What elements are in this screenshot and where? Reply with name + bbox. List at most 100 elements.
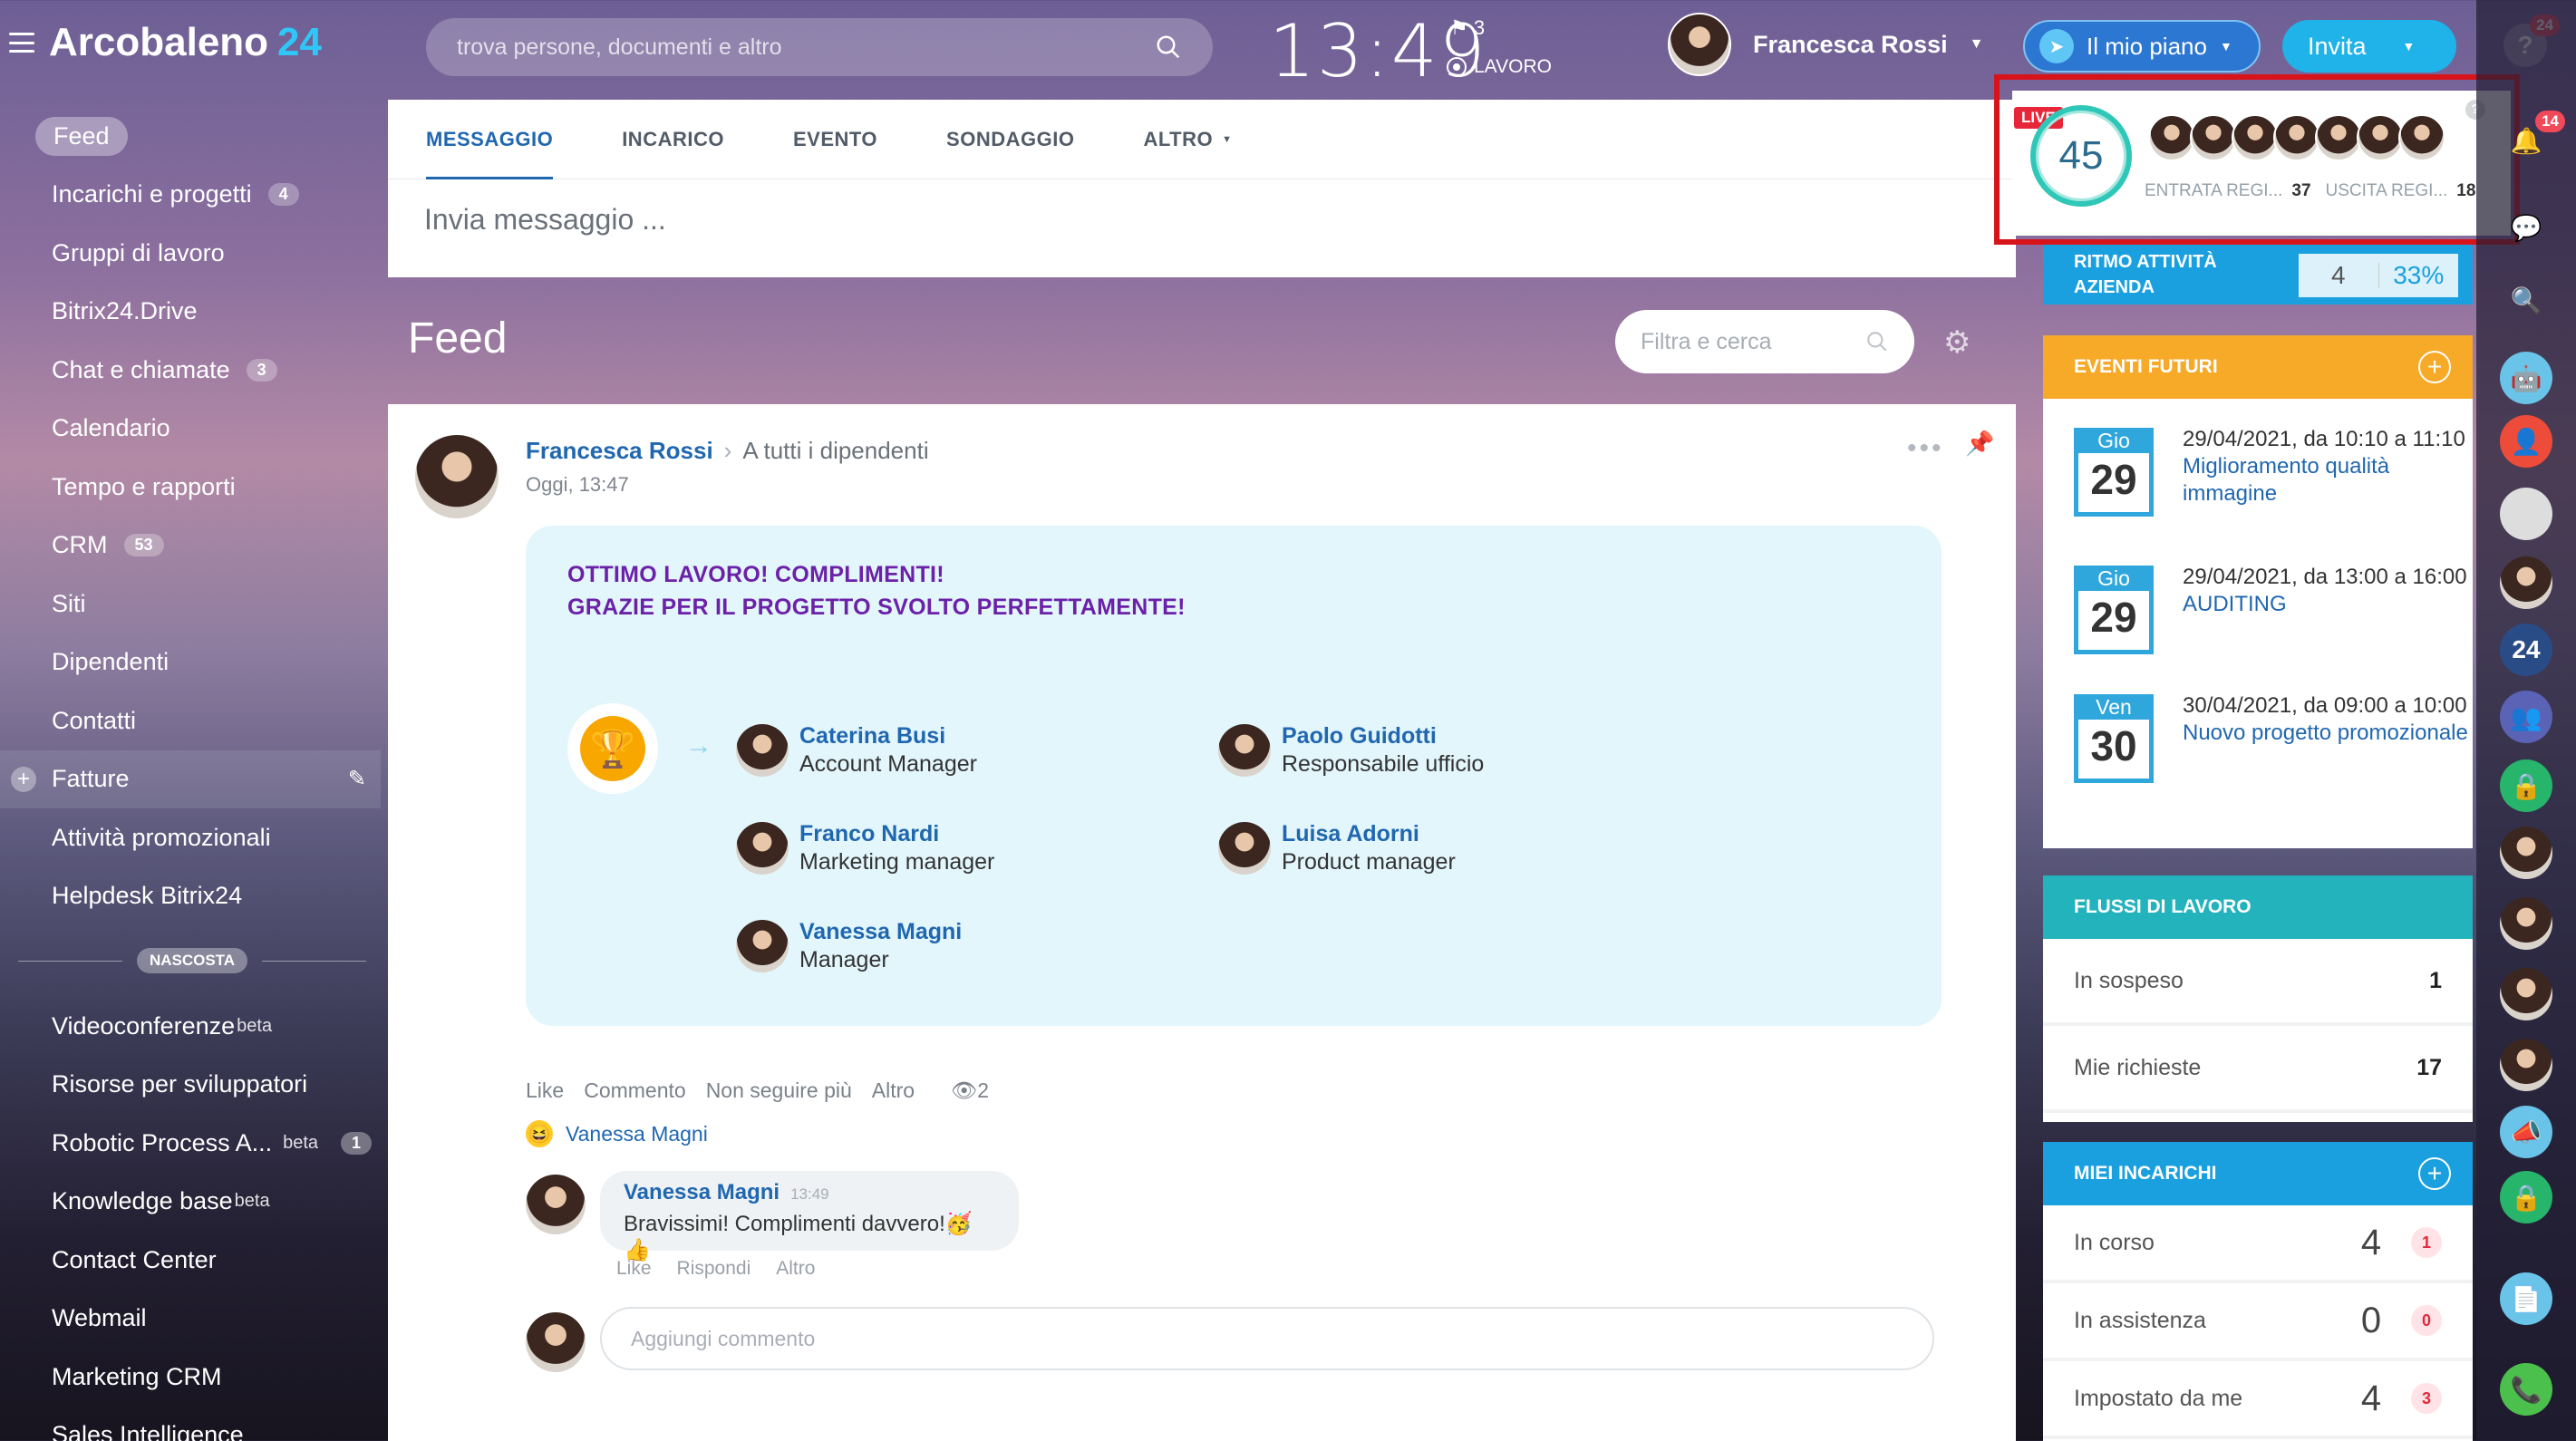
more-options-icon[interactable]: ••• [1907, 433, 1944, 464]
avatar[interactable] [526, 1175, 586, 1234]
more-link[interactable]: Altro [872, 1078, 915, 1103]
lock-icon[interactable]: 🔒 [2500, 759, 2552, 812]
comment-like-link[interactable]: Like [616, 1258, 652, 1280]
chat-icon[interactable]: 💬 [2500, 201, 2552, 254]
sidebar-item-rpa[interactable]: Robotic Process A... beta 1 [0, 1114, 381, 1173]
sidebar-item-calendar[interactable]: Calendario [0, 400, 381, 459]
comment-author[interactable]: Vanessa Magni [624, 1180, 780, 1204]
post-audience[interactable]: A tutti i dipendenti [742, 437, 928, 465]
hidden-section-divider[interactable]: NASCOSTA [18, 948, 367, 973]
group-chat-icon[interactable]: 👥 [2500, 691, 2552, 743]
bitrix24-chat-icon[interactable]: 24 [2500, 624, 2552, 676]
avatar[interactable] [2500, 1039, 2552, 1091]
group-chat-icon[interactable] [2500, 488, 2552, 540]
sidebar-item-helpdesk[interactable]: Helpdesk Bitrix24 [0, 867, 381, 926]
menu-burger-icon[interactable] [9, 33, 34, 53]
task-row[interactable]: In assistenza 0 0 [2043, 1283, 2473, 1361]
avatar[interactable] [2500, 897, 2552, 950]
event-item[interactable]: Gio 29 29/04/2021, da 13:00 a 16:00 AUDITI… [2043, 558, 2473, 687]
chevron-down-icon[interactable]: ▼ [2403, 39, 2416, 53]
tab-message[interactable]: MESSAGGIO [426, 100, 554, 179]
invite-button[interactable]: Invita ▼ [2282, 20, 2456, 73]
sidebar-item-feed[interactable]: Feed [0, 107, 381, 166]
add-event-icon[interactable]: + [2418, 351, 2451, 383]
gear-icon[interactable]: ⚙ [1943, 324, 1971, 361]
recipient[interactable]: Luisa Adorni Product manager [1218, 821, 1456, 875]
avatar[interactable] [2500, 968, 2552, 1020]
chevron-right-icon: › [723, 437, 732, 464]
user-icon[interactable]: 👤 [2500, 415, 2552, 468]
sidebar-item-marketing[interactable]: Marketing CRM [0, 1348, 381, 1407]
workflow-row[interactable]: Mie richieste 17 [2043, 1026, 2473, 1113]
company-pulse[interactable]: RITMO ATTIVITÀ AZIENDA 4 33% [2043, 245, 2473, 305]
search-icon[interactable]: 🔍 [2500, 274, 2552, 326]
tab-event[interactable]: EVENTO [793, 100, 877, 179]
avatar[interactable] [1668, 13, 1731, 76]
sidebar-item-dev-resources[interactable]: Risorse per sviluppatori [0, 1056, 381, 1115]
pencil-icon[interactable]: ✎ [348, 766, 366, 792]
sidebar-item-webmail[interactable]: Webmail [0, 1290, 381, 1349]
recipient[interactable]: Vanessa Magni Manager [736, 919, 962, 973]
sidebar-item-sales-intelligence[interactable]: Sales Intelligence [0, 1407, 381, 1441]
robot-chat-icon[interactable]: 🤖 [2500, 352, 2552, 404]
event-item[interactable]: Ven 30 30/04/2021, da 09:00 a 10:00 Nuovo … [2043, 687, 2473, 825]
sidebar-item-knowledge-base[interactable]: Knowledge base beta [0, 1173, 381, 1232]
sidebar-item-videoconf[interactable]: Videoconferenze beta [0, 997, 381, 1056]
sidebar-item-employees[interactable]: Dipendenti [0, 633, 381, 692]
sidebar-item-invoices[interactable]: + Fatture ✎ [0, 750, 381, 808]
sidebar-item-sites[interactable]: Siti [0, 575, 381, 633]
post-author[interactable]: Francesca Rossi [526, 437, 713, 465]
sidebar-item-contact-center[interactable]: Contact Center [0, 1231, 381, 1290]
flag-counter[interactable]: ⚑ 3 [1450, 16, 1485, 40]
reactions[interactable]: 😆 Vanessa Magni [526, 1120, 708, 1147]
message-input[interactable]: Invia messaggio ... [388, 179, 2016, 260]
work-status[interactable]: LAVORO [1447, 56, 1552, 78]
sidebar-item-tasks[interactable]: Incarichi e progetti 4 [0, 166, 381, 225]
lock-icon[interactable]: 🔒 [2500, 1171, 2552, 1223]
tab-poll[interactable]: SONDAGGIO [946, 100, 1074, 179]
pin-icon[interactable]: 📌 [1965, 430, 1994, 458]
sidebar-item-promotions[interactable]: Attività promozionali [0, 808, 381, 867]
event-item[interactable]: Gio 29 29/04/2021, da 10:10 a 11:10 Miglio… [2043, 421, 2473, 558]
sidebar-item-drive[interactable]: Bitrix24.Drive [0, 283, 381, 342]
document-icon[interactable]: 📄 [2500, 1272, 2552, 1325]
chevron-down-icon[interactable]: ▼ [1970, 36, 1984, 53]
filter-search-input[interactable]: Filtra e cerca [1615, 310, 1914, 373]
bell-icon[interactable]: 🔔 14 [2500, 111, 2565, 167]
search-input[interactable]: trova persone, documenti e altro [426, 18, 1213, 76]
sidebar-item-chat[interactable]: Chat e chiamate 3 [0, 341, 381, 400]
search-icon[interactable] [1155, 34, 1182, 61]
my-plan-button[interactable]: ➤ Il mio piano ▼ [2023, 20, 2261, 73]
recipient[interactable]: Franco Nardi Marketing manager [736, 821, 994, 875]
recipient[interactable]: Paolo Guidotti Responsabile ufficio [1218, 723, 1484, 778]
task-row[interactable]: Impostato da me 4 3 [2043, 1361, 2473, 1439]
user-name[interactable]: Francesca Rossi [1753, 31, 1948, 59]
plus-icon[interactable]: + [11, 766, 36, 792]
tab-task[interactable]: INCARICO [622, 100, 724, 179]
logo[interactable]: Arcobaleno 24 [9, 20, 322, 65]
user-menu[interactable]: Francesca Rossi ▼ [1668, 13, 1983, 76]
sidebar-item-time-reports[interactable]: Tempo e rapporti [0, 458, 381, 517]
reply-link[interactable]: Rispondi [677, 1258, 751, 1280]
megaphone-icon[interactable]: 📣 [2500, 1106, 2552, 1158]
avatar[interactable] [415, 435, 499, 518]
avatar[interactable] [2500, 827, 2552, 879]
phone-icon[interactable]: 📞 [2500, 1363, 2552, 1416]
recipient[interactable]: Caterina Busi Account Manager [736, 723, 977, 778]
comment-link[interactable]: Commento [584, 1078, 685, 1103]
sidebar-item-crm[interactable]: CRM 53 [0, 517, 381, 575]
avatar[interactable] [2500, 556, 2552, 609]
sidebar-item-contacts[interactable]: Contatti [0, 691, 381, 750]
event-link[interactable]: Miglioramento qualità immagine [2183, 453, 2473, 508]
tab-more[interactable]: ALTRO ▼ [1143, 100, 1232, 179]
sidebar-item-workgroups[interactable]: Gruppi di lavoro [0, 224, 381, 283]
like-link[interactable]: Like [526, 1078, 564, 1103]
workflow-row[interactable]: In sospeso 1 [2043, 939, 2473, 1026]
add-comment-input[interactable]: Aggiungi commento [600, 1307, 1934, 1370]
comment-more-link[interactable]: Altro [776, 1258, 815, 1280]
unfollow-link[interactable]: Non seguire più [706, 1078, 852, 1103]
task-row[interactable]: In corso 4 1 [2043, 1205, 2473, 1283]
event-link[interactable]: AUDITING [2183, 591, 2467, 618]
event-link[interactable]: Nuovo progetto promozionale [2183, 720, 2468, 747]
add-task-icon[interactable]: + [2418, 1157, 2451, 1190]
